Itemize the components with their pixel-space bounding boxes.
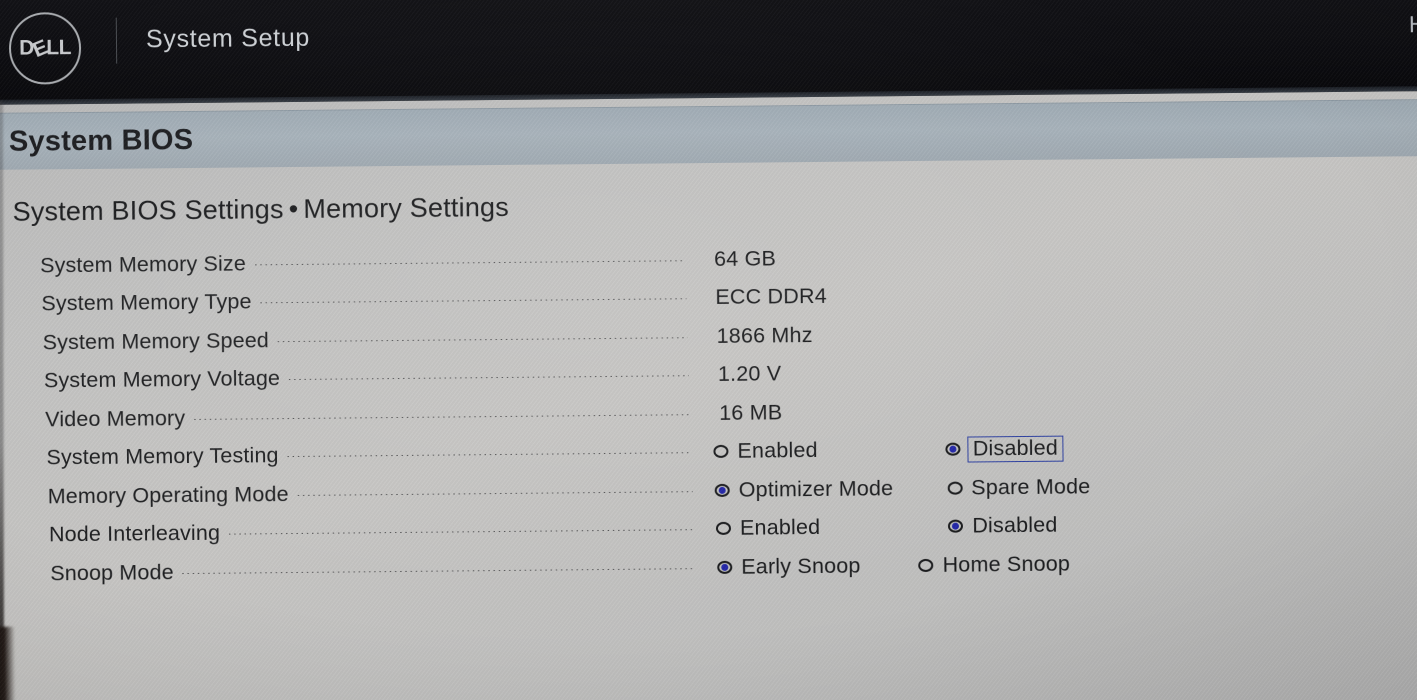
setting-label-wrap: Memory Operating Mode	[0, 478, 693, 510]
breadcrumb-separator: •	[288, 193, 299, 225]
dell-logo-slanted-e: E	[29, 35, 52, 62]
radio-option-enabled[interactable]: Enabled	[713, 438, 818, 464]
settings-panel: System BIOS System BIOS Settings • Memory …	[0, 91, 1417, 700]
setting-value: 1.20 V	[717, 361, 782, 387]
settings-list: System Memory Size 64 GB System Memory Typ…	[0, 233, 1417, 593]
radio-option-label: Early Snoop	[741, 553, 861, 579]
setting-label-wrap: System Memory Size	[0, 247, 686, 279]
breadcrumb-parent[interactable]: System BIOS Settings	[12, 194, 283, 227]
setting-label: Video Memory	[45, 405, 186, 432]
radio-unselected-icon[interactable]	[715, 522, 732, 536]
leader-dots	[194, 413, 691, 420]
setting-label-wrap: System Memory Type	[0, 285, 687, 317]
radio-unselected-icon[interactable]	[918, 558, 934, 572]
radio-option-label: Disabled	[972, 512, 1058, 538]
leader-dots	[182, 567, 696, 574]
radio-option-label: Disabled	[967, 435, 1064, 463]
radio-group: Enabled Disabled	[694, 513, 1058, 541]
leader-dots	[289, 375, 689, 381]
page-title: System Setup	[145, 23, 311, 54]
radio-selected-icon[interactable]	[714, 483, 730, 497]
leader-dots	[254, 259, 686, 266]
radio-group: Enabled Disabled	[691, 435, 1064, 465]
leader-dots	[277, 336, 688, 342]
setting-value: ECC DDR4	[715, 284, 827, 310]
system-bios-band: System BIOS	[0, 99, 1417, 170]
radio-option-optimizer-mode[interactable]: Optimizer Mode	[714, 475, 894, 503]
setup-header-bar: D E LL System Setup H	[0, 0, 1417, 105]
breadcrumb: System BIOS Settings • Memory Settings	[12, 192, 509, 228]
setting-label: System Memory Testing	[46, 443, 279, 470]
radio-option-early-snoop[interactable]: Early Snoop	[717, 553, 861, 579]
radio-option-disabled[interactable]: Disabled	[948, 513, 1058, 539]
setting-value: 1866 Mhz	[716, 322, 813, 348]
setting-label: Memory Operating Mode	[47, 481, 289, 509]
radio-group: Optimizer Mode Spare Mode	[693, 474, 1091, 503]
header-divider	[115, 17, 118, 64]
leader-dots	[297, 490, 693, 496]
leader-dots	[260, 298, 687, 304]
setting-label: System Memory Speed	[42, 327, 270, 355]
radio-option-label: Spare Mode	[971, 474, 1091, 500]
setting-label-wrap: Video Memory	[0, 401, 691, 433]
radio-option-home-snoop[interactable]: Home Snoop	[918, 551, 1070, 577]
radio-selected-icon[interactable]	[945, 442, 961, 456]
setting-value: 64 GB	[713, 246, 777, 271]
breadcrumb-current: Memory Settings	[303, 191, 510, 224]
radio-selected-icon[interactable]	[948, 519, 964, 533]
setting-label-wrap: System Memory Speed	[0, 324, 688, 356]
leader-dots	[287, 452, 692, 458]
radio-option-label: Home Snoop	[942, 551, 1071, 577]
section-title: System BIOS	[8, 123, 194, 158]
setting-label-wrap: System Memory Voltage	[0, 362, 689, 394]
setting-label-wrap: Node Interleaving	[0, 516, 695, 548]
setting-label: Node Interleaving	[48, 520, 221, 547]
radio-option-label: Enabled	[737, 438, 818, 463]
radio-unselected-icon[interactable]	[947, 481, 963, 495]
radio-option-disabled[interactable]: Disabled	[945, 435, 1064, 463]
radio-unselected-icon[interactable]	[713, 445, 729, 459]
setting-value: 16 MB	[719, 400, 783, 425]
radio-option-enabled[interactable]: Enabled	[715, 515, 821, 541]
leader-dots	[229, 529, 695, 535]
setting-label: System Memory Type	[41, 289, 252, 316]
radio-selected-icon[interactable]	[717, 560, 733, 574]
setting-label: Snoop Mode	[50, 559, 174, 586]
bios-screen: D E LL System Setup H System BIOS System B…	[0, 0, 1417, 700]
dell-logo-wordmark: D E LL	[19, 35, 72, 62]
radio-option-label: Enabled	[739, 515, 821, 540]
setting-label: System Memory Voltage	[43, 366, 281, 393]
dell-logo-icon: D E LL	[8, 12, 82, 85]
help-link[interactable]: H	[1409, 11, 1417, 38]
radio-option-label: Optimizer Mode	[738, 475, 894, 502]
setting-label: System Memory Size	[40, 251, 247, 278]
setting-label-wrap: System Memory Testing	[0, 439, 692, 471]
setting-label-wrap: Snoop Mode	[0, 555, 696, 587]
radio-group: Early Snoop Home Snoop	[695, 551, 1070, 580]
radio-option-spare-mode[interactable]: Spare Mode	[947, 474, 1090, 500]
